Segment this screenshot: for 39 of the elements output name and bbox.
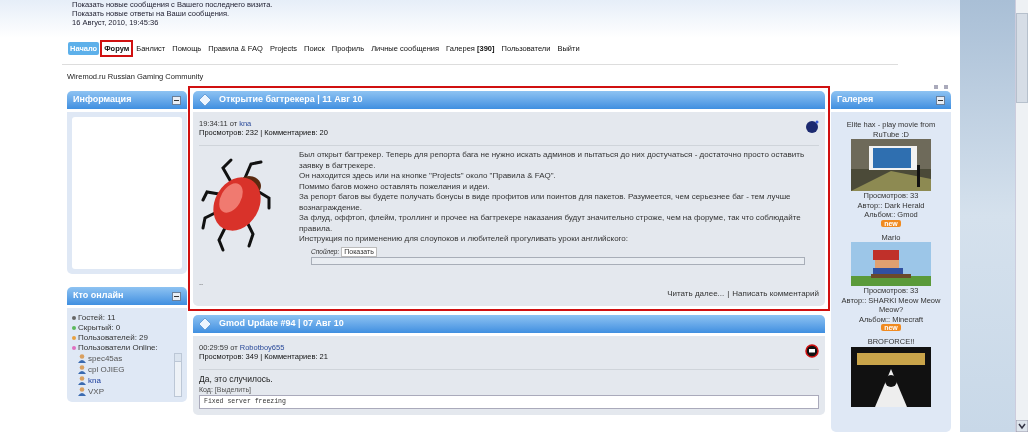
collapse-button[interactable] [936, 95, 945, 105]
stat-text: Пользователей: 29 [78, 333, 148, 343]
panel-title: Gmod Update #94 | 07 Авг 10 [219, 317, 345, 330]
panel-title: Открытие багтрекера | 11 Авг 10 [219, 93, 364, 107]
diamond-icon [199, 94, 211, 106]
article-paragraph: Был открыт багтрекер. Теперь для репорта бага не нужно искать админов и пытаться до них достучаться - достаточно просто оставить заявку в багтрекере. [299, 150, 805, 171]
read-more-link[interactable]: Читать далее... [667, 287, 725, 300]
panel-title: Галерея [837, 93, 875, 107]
layout-icon[interactable] [934, 85, 938, 89]
scroll-thumb[interactable] [1016, 13, 1028, 103]
article-paragraph: Инструкция по применению для слоупоков и любителей прогуливать уроки английского: [299, 234, 630, 245]
user-icon [78, 365, 86, 374]
panel-title: Кто онлайн [73, 289, 125, 303]
user-icon [78, 354, 86, 363]
link-separator: | [727, 287, 730, 300]
user-link[interactable]: cpl OJIEG [88, 364, 125, 375]
chat-icon [805, 343, 819, 358]
collapse-button[interactable] [172, 95, 181, 105]
article-paragraph: Да, это случилось. [199, 373, 274, 385]
user-link[interactable]: spec45as [88, 353, 123, 364]
collapse-button[interactable] [172, 291, 181, 301]
stat-text: Гостей: 11 [78, 313, 116, 323]
user-icon [78, 376, 86, 385]
stat-text: Скрытый: 0 [78, 323, 121, 333]
article-paragraph: Помимо багов можно оставлять пожелания и идеи. [299, 181, 491, 192]
user-link[interactable]: kna [88, 375, 101, 386]
scrollbar[interactable] [1015, 0, 1028, 432]
scroll-down-icon[interactable] [1016, 420, 1028, 432]
user-link[interactable]: VXP [88, 386, 104, 397]
article-paragraph: Он находится здесь или на кнопке "Projects" около "Правила & FAQ". [299, 171, 557, 182]
layout-icon[interactable] [944, 85, 948, 89]
stat-text: Пользователи Online: [78, 343, 158, 353]
article-paragraph: За репорт багов вы будете получать бонусы в виде профитов или поинтов для пакетов. Разумеется, чем серьезнее баг - тем лучше вознаграждение. [299, 192, 792, 213]
diamond-icon [199, 317, 211, 330]
user-icon [78, 387, 86, 396]
comment-link[interactable]: Написать комментарий [732, 287, 819, 300]
article-paragraph: За флуд, оффтоп, флейм, троллинг и прочее на багтрекере наказания будут значительно строже, чем на форуме, так что соблюдайте правила. [299, 213, 802, 234]
panel-title: Информация [73, 93, 133, 107]
scrollbar[interactable] [174, 353, 182, 397]
